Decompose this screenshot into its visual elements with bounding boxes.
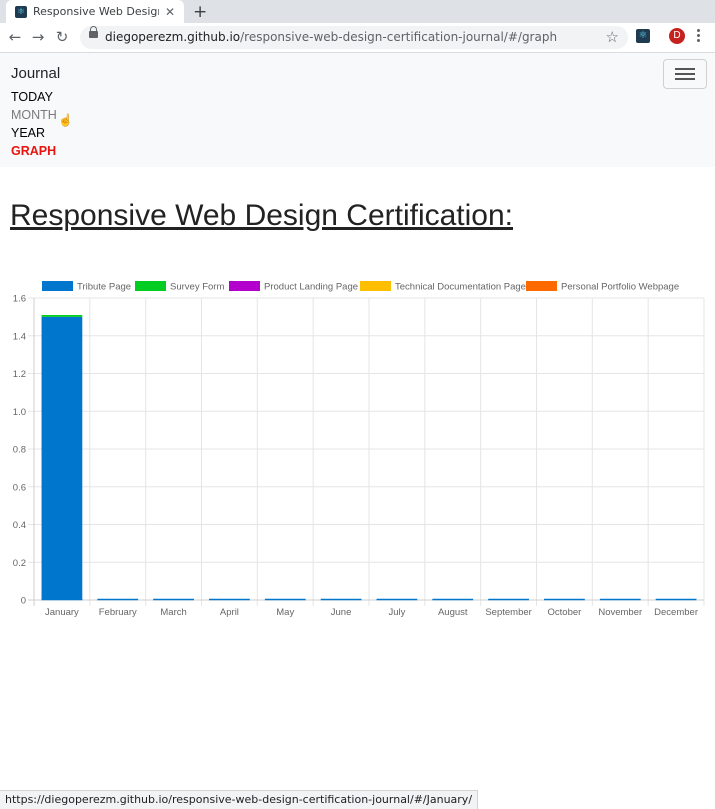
y-tick-label: 0.6 <box>13 482 26 493</box>
browser-menu-icon[interactable] <box>697 29 701 44</box>
x-tick-label: June <box>331 607 352 618</box>
x-tick-label: February <box>99 607 137 618</box>
y-tick-label: 1.0 <box>13 407 26 418</box>
link-status-bar: https://diegoperezm.github.io/responsive… <box>0 790 479 809</box>
stacked-bar-chart: Tribute Page Survey Form Product Landing P… <box>13 281 705 618</box>
x-tick-label: July <box>388 607 405 618</box>
hand-cursor-icon: ☝ <box>58 113 73 127</box>
tab-title: Responsive Web Design Pr <box>33 5 159 18</box>
legend-label: Personal Portfolio Webpage <box>561 282 679 293</box>
browser-tabstrip: ⚛ Responsive Web Design Pr ✕ + <box>0 0 715 23</box>
x-tick-label: October <box>548 607 582 618</box>
y-tick-label: 0.2 <box>13 558 26 569</box>
legend-label: Survey Form <box>170 282 224 293</box>
page-navbar: Journal TODAY MONTH YEAR GRAPH <box>0 53 715 167</box>
page-title: Responsive Web Design Certification: <box>10 199 514 232</box>
url-path: /responsive-web-design-certification-jou… <box>240 30 558 44</box>
legend-label: Technical Documentation Page <box>395 282 526 293</box>
browser-tab[interactable]: ⚛ Responsive Web Design Pr ✕ <box>6 0 184 23</box>
react-favicon-icon: ⚛ <box>15 5 27 18</box>
hamburger-line <box>675 68 695 70</box>
browser-toolbar: ← → ↻ diegoperezm.github.io/responsive-w… <box>0 23 715 53</box>
x-tick-label: August <box>438 607 468 618</box>
y-tick-label: 0.8 <box>13 445 26 456</box>
chart-x-axis: January February March April May June July Augu… <box>45 607 698 618</box>
nav-link-year[interactable]: YEAR <box>11 126 45 140</box>
bookmark-star-icon[interactable]: ☆ <box>606 28 619 46</box>
y-tick-label: 0 <box>21 596 26 607</box>
legend-swatch <box>360 281 391 291</box>
y-tick-label: 1.6 <box>13 294 26 305</box>
x-tick-label: April <box>220 607 239 618</box>
navbar-toggle-button[interactable] <box>663 59 707 89</box>
navbar-brand[interactable]: Journal <box>11 65 60 82</box>
x-tick-label: September <box>485 607 531 618</box>
forward-arrow-icon[interactable]: → <box>28 27 48 47</box>
nav-link-graph[interactable]: GRAPH <box>11 144 56 158</box>
profile-avatar[interactable]: D <box>669 28 685 44</box>
nav-link-today[interactable]: TODAY <box>11 90 53 104</box>
lock-icon <box>89 26 98 38</box>
x-tick-label: May <box>276 607 294 618</box>
legend-swatch <box>135 281 166 291</box>
chart-legend: Tribute Page Survey Form Product Landing P… <box>42 281 679 293</box>
reload-icon[interactable]: ↻ <box>52 27 72 47</box>
y-tick-label: 1.2 <box>13 369 26 380</box>
bar-segment <box>41 316 83 600</box>
new-tab-icon[interactable]: + <box>193 2 207 22</box>
chart-grid <box>28 297 705 606</box>
legend-label: Tribute Page <box>77 282 131 293</box>
address-bar[interactable]: diegoperezm.github.io/responsive-web-des… <box>80 26 628 49</box>
x-tick-label: January <box>45 607 79 618</box>
nav-link-month[interactable]: MONTH <box>11 108 57 122</box>
legend-swatch <box>229 281 260 291</box>
x-tick-label: November <box>598 607 642 618</box>
legend-swatch <box>42 281 73 291</box>
close-tab-icon[interactable]: ✕ <box>165 5 175 19</box>
x-tick-label: December <box>654 607 698 618</box>
legend-label: Product Landing Page <box>264 282 358 293</box>
y-tick-label: 0.4 <box>13 520 26 531</box>
hamburger-line <box>675 73 695 75</box>
x-tick-label: March <box>160 607 186 618</box>
hamburger-line <box>675 78 695 80</box>
back-arrow-icon[interactable]: ← <box>5 27 25 47</box>
bar-segment <box>41 314 83 317</box>
chart-y-axis: 0 0.2 0.4 0.6 0.8 1.0 1.2 1.4 1.6 <box>13 294 26 607</box>
react-devtools-extension-icon[interactable]: ⚛ <box>636 29 650 43</box>
url-text: diegoperezm.github.io/responsive-web-des… <box>105 30 557 44</box>
y-tick-label: 1.4 <box>13 331 26 342</box>
url-host: diegoperezm.github.io <box>105 30 241 44</box>
legend-swatch <box>526 281 557 291</box>
